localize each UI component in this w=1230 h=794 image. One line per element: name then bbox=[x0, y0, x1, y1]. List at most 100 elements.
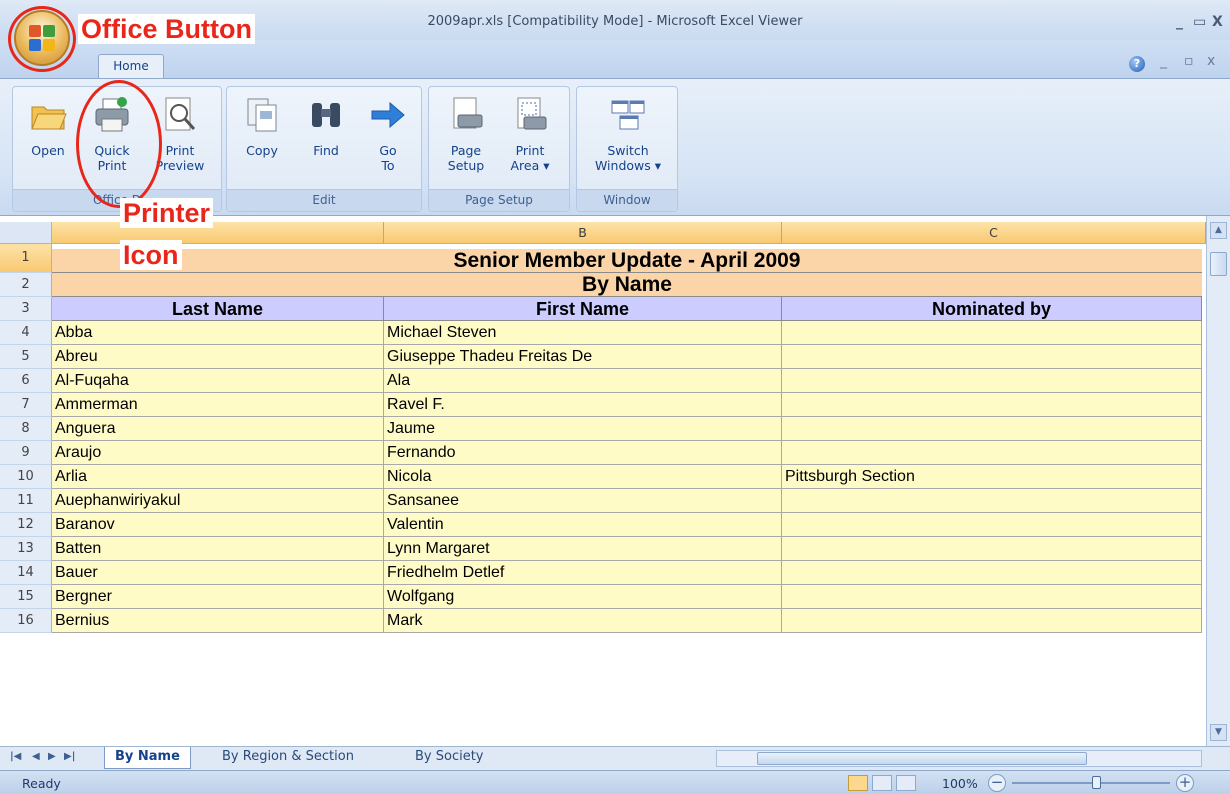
sheet-tab-by-region[interactable]: By Region & Section bbox=[212, 747, 364, 769]
row-header[interactable]: 13 bbox=[0, 537, 52, 561]
nominated-by-cell[interactable] bbox=[782, 561, 1202, 585]
zoom-slider-thumb[interactable] bbox=[1092, 776, 1101, 789]
first-name-cell[interactable]: Giuseppe Thadeu Freitas De bbox=[384, 345, 782, 369]
header-nominated-by[interactable]: Nominated by bbox=[782, 297, 1202, 321]
row-header[interactable]: 4 bbox=[0, 321, 52, 345]
last-name-cell[interactable]: Al-Fuqaha bbox=[52, 369, 384, 393]
row-header-1[interactable]: 1 bbox=[0, 244, 52, 273]
first-sheet-icon[interactable]: |◀ bbox=[10, 751, 21, 762]
restore-button[interactable]: ▭ bbox=[1193, 14, 1206, 30]
last-name-cell[interactable]: Abreu bbox=[52, 345, 384, 369]
sheet-tab-by-name[interactable]: By Name bbox=[104, 747, 191, 769]
first-name-cell[interactable]: Michael Steven bbox=[384, 321, 782, 345]
page-setup-button[interactable]: Page Setup bbox=[439, 95, 493, 191]
header-last-name[interactable]: Last Name bbox=[52, 297, 384, 321]
sheet-subtitle-cell[interactable]: By Name bbox=[52, 273, 1202, 297]
nominated-by-cell[interactable] bbox=[782, 393, 1202, 417]
nominated-by-cell[interactable] bbox=[782, 609, 1202, 633]
nominated-by-cell[interactable]: Pittsburgh Section bbox=[782, 465, 1202, 489]
nominated-by-cell[interactable] bbox=[782, 369, 1202, 393]
last-name-cell[interactable]: Bauer bbox=[52, 561, 384, 585]
prev-sheet-icon[interactable]: ◀ bbox=[32, 751, 40, 762]
switch-windows-button[interactable]: Switch Windows ▾ bbox=[585, 95, 671, 191]
row-header[interactable]: 10 bbox=[0, 465, 52, 489]
zoom-in-icon[interactable]: + bbox=[1176, 774, 1194, 792]
last-name-cell[interactable]: Abba bbox=[52, 321, 384, 345]
scroll-down-icon[interactable]: ▼ bbox=[1210, 724, 1227, 741]
zoom-out-icon[interactable]: − bbox=[988, 774, 1006, 792]
first-name-cell[interactable]: Fernando bbox=[384, 441, 782, 465]
first-name-cell[interactable]: Mark bbox=[384, 609, 782, 633]
row-header[interactable]: 15 bbox=[0, 585, 52, 609]
zoom-level[interactable]: 100% bbox=[942, 776, 978, 791]
first-name-cell[interactable]: Ravel F. bbox=[384, 393, 782, 417]
sheet-tab-by-society[interactable]: By Society bbox=[405, 747, 494, 769]
nominated-by-cell[interactable] bbox=[782, 417, 1202, 441]
nominated-by-cell[interactable] bbox=[782, 345, 1202, 369]
horizontal-scrollbar[interactable] bbox=[716, 750, 1202, 767]
row-header[interactable]: 11 bbox=[0, 489, 52, 513]
find-button[interactable]: Find bbox=[299, 95, 353, 191]
nominated-by-cell[interactable] bbox=[782, 585, 1202, 609]
zoom-slider[interactable] bbox=[1012, 782, 1170, 784]
workbook-minimize-button[interactable]: _ bbox=[1160, 53, 1167, 69]
open-button[interactable]: Open bbox=[21, 95, 75, 191]
column-header-b[interactable]: B bbox=[384, 222, 782, 244]
last-name-cell[interactable]: Batten bbox=[52, 537, 384, 561]
first-name-cell[interactable]: Jaume bbox=[384, 417, 782, 441]
row-header[interactable]: 9 bbox=[0, 441, 52, 465]
next-sheet-icon[interactable]: ▶ bbox=[48, 751, 56, 762]
last-name-cell[interactable]: Araujo bbox=[52, 441, 384, 465]
minimize-button[interactable]: _ bbox=[1176, 14, 1183, 30]
row-header[interactable]: 6 bbox=[0, 369, 52, 393]
row-header[interactable]: 5 bbox=[0, 345, 52, 369]
first-name-cell[interactable]: Wolfgang bbox=[384, 585, 782, 609]
last-name-cell[interactable]: Arlia bbox=[52, 465, 384, 489]
last-name-cell[interactable]: Bernius bbox=[52, 609, 384, 633]
page-layout-view-icon[interactable] bbox=[872, 775, 892, 791]
print-area-button[interactable]: Print Area ▾ bbox=[503, 95, 557, 191]
nominated-by-cell[interactable] bbox=[782, 441, 1202, 465]
nominated-by-cell[interactable] bbox=[782, 489, 1202, 513]
tab-home[interactable]: Home bbox=[98, 54, 164, 78]
last-name-cell[interactable]: Anguera bbox=[52, 417, 384, 441]
column-header-c[interactable]: C bbox=[782, 222, 1206, 244]
first-name-cell[interactable]: Nicola bbox=[384, 465, 782, 489]
select-all-corner[interactable] bbox=[0, 222, 52, 244]
first-name-cell[interactable]: Lynn Margaret bbox=[384, 537, 782, 561]
last-sheet-icon[interactable]: ▶| bbox=[64, 751, 75, 762]
nominated-by-cell[interactable] bbox=[782, 321, 1202, 345]
header-first-name[interactable]: First Name bbox=[384, 297, 782, 321]
row-header[interactable]: 14 bbox=[0, 561, 52, 585]
column-header-a[interactable] bbox=[52, 222, 384, 244]
first-name-cell[interactable]: Valentin bbox=[384, 513, 782, 537]
nominated-by-cell[interactable] bbox=[782, 513, 1202, 537]
row-header-3[interactable]: 3 bbox=[0, 297, 52, 321]
row-header[interactable]: 12 bbox=[0, 513, 52, 537]
page-break-view-icon[interactable] bbox=[896, 775, 916, 791]
scroll-up-icon[interactable]: ▲ bbox=[1210, 222, 1227, 239]
row-header-2[interactable]: 2 bbox=[0, 273, 52, 297]
row-header[interactable]: 8 bbox=[0, 417, 52, 441]
close-button[interactable]: X bbox=[1212, 14, 1223, 30]
vertical-scrollbar[interactable]: ▲ ▼ bbox=[1206, 216, 1230, 746]
row-header[interactable]: 7 bbox=[0, 393, 52, 417]
first-name-cell[interactable]: Ala bbox=[384, 369, 782, 393]
goto-button[interactable]: Go To bbox=[361, 95, 415, 191]
workbook-restore-button[interactable]: ▫ bbox=[1184, 53, 1194, 69]
normal-view-icon[interactable] bbox=[848, 775, 868, 791]
last-name-cell[interactable]: Auephanwiriyakul bbox=[52, 489, 384, 513]
vertical-scroll-thumb[interactable] bbox=[1210, 252, 1227, 276]
sheet-title-cell[interactable]: Senior Member Update - April 2009 bbox=[52, 249, 1202, 273]
first-name-cell[interactable]: Friedhelm Detlef bbox=[384, 561, 782, 585]
horizontal-scroll-thumb[interactable] bbox=[757, 752, 1087, 765]
last-name-cell[interactable]: Ammerman bbox=[52, 393, 384, 417]
copy-button[interactable]: Copy bbox=[235, 95, 289, 191]
last-name-cell[interactable]: Baranov bbox=[52, 513, 384, 537]
workbook-close-button[interactable]: x bbox=[1207, 53, 1215, 69]
first-name-cell[interactable]: Sansanee bbox=[384, 489, 782, 513]
nominated-by-cell[interactable] bbox=[782, 537, 1202, 561]
help-icon[interactable]: ? bbox=[1129, 56, 1145, 72]
worksheet[interactable]: B C 1 Senior Member Update - April 2009 … bbox=[0, 216, 1230, 746]
last-name-cell[interactable]: Bergner bbox=[52, 585, 384, 609]
